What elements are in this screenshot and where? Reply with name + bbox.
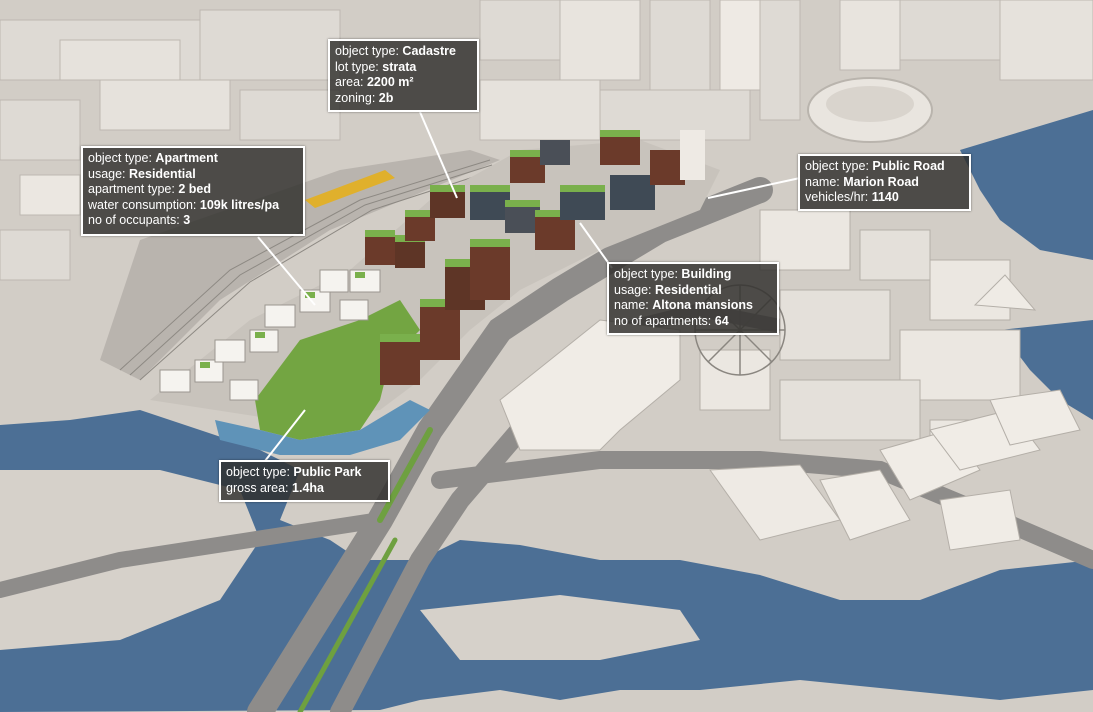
- row-key: area:: [335, 75, 364, 89]
- callout-row: no of apartments: 64: [614, 314, 772, 330]
- callout-row: zoning: 2b: [335, 91, 472, 107]
- row-value: 3: [183, 213, 191, 227]
- row-value: Cadastre: [402, 44, 456, 58]
- callout-row: gross area: 1.4ha: [226, 481, 383, 497]
- row-key: lot type:: [335, 59, 379, 74]
- callout-apartment[interactable]: object type: Apartment usage: Residentia…: [81, 146, 305, 236]
- row-key: usage:: [88, 166, 126, 181]
- callout-row: object type: Public Park: [226, 465, 383, 481]
- row-key: gross area:: [226, 480, 289, 495]
- row-value: 2b: [378, 90, 394, 105]
- row-value: 109k litres/pa: [199, 197, 280, 212]
- row-value: Public Park: [293, 465, 362, 479]
- row-key: zoning:: [335, 90, 376, 105]
- map-viewport[interactable]: object type: Cadastre lot type: strata a…: [0, 0, 1093, 712]
- callout-row: usage: Residential: [88, 167, 298, 183]
- callout-public-road[interactable]: object type: Public Road name: Marion Ro…: [798, 154, 971, 211]
- row-value: 1140: [871, 190, 899, 204]
- row-key: object type:: [88, 151, 152, 165]
- row-value: Public Road: [872, 159, 945, 173]
- row-key: name:: [805, 174, 840, 189]
- stadium-roof: [826, 86, 914, 122]
- callout-row: lot type: strata: [335, 60, 472, 76]
- row-value: 64: [714, 313, 729, 328]
- row-key: object type:: [335, 44, 399, 58]
- row-value: Apartment: [155, 151, 218, 165]
- city-3d-scene[interactable]: [0, 0, 1093, 712]
- callout-row: object type: Cadastre: [335, 44, 472, 60]
- row-key: vehicles/hr:: [805, 190, 869, 204]
- row-key: usage:: [614, 282, 652, 297]
- row-key: apartment type:: [88, 182, 175, 196]
- callout-row: object type: Apartment: [88, 151, 298, 167]
- callout-row: water consumption: 109k litres/pa: [88, 198, 298, 214]
- callout-row: object type: Building: [614, 267, 772, 283]
- row-value: Marion Road: [843, 174, 919, 189]
- row-key: no of occupants:: [88, 213, 180, 227]
- row-key: no of apartments:: [614, 313, 712, 328]
- callout-row: name: Altona mansions: [614, 298, 772, 314]
- callout-row: name: Marion Road: [805, 175, 964, 191]
- row-value: Building: [681, 267, 732, 281]
- row-key: water consumption:: [88, 197, 197, 212]
- row-value: Altona mansions: [652, 298, 753, 312]
- row-key: object type:: [614, 267, 678, 281]
- row-value: 2200 m²: [366, 75, 414, 89]
- row-key: name:: [614, 298, 649, 312]
- callout-row: area: 2200 m²: [335, 75, 472, 91]
- callout-row: vehicles/hr: 1140: [805, 190, 964, 206]
- callout-row: usage: Residential: [614, 283, 772, 299]
- callout-cadastre[interactable]: object type: Cadastre lot type: strata a…: [328, 39, 479, 112]
- row-value: strata: [382, 59, 417, 74]
- callout-row: no of occupants: 3: [88, 213, 298, 229]
- row-value: Residential: [129, 166, 196, 181]
- callout-row: apartment type: 2 bed: [88, 182, 298, 198]
- row-value: 2 bed: [178, 182, 211, 196]
- callout-building[interactable]: object type: Building usage: Residential…: [607, 262, 779, 335]
- row-value: Residential: [655, 282, 722, 297]
- row-key: object type:: [226, 465, 290, 479]
- callout-public-park[interactable]: object type: Public Park gross area: 1.4…: [219, 460, 390, 502]
- row-key: object type:: [805, 159, 869, 173]
- row-value: 1.4ha: [292, 480, 324, 495]
- callout-row: object type: Public Road: [805, 159, 964, 175]
